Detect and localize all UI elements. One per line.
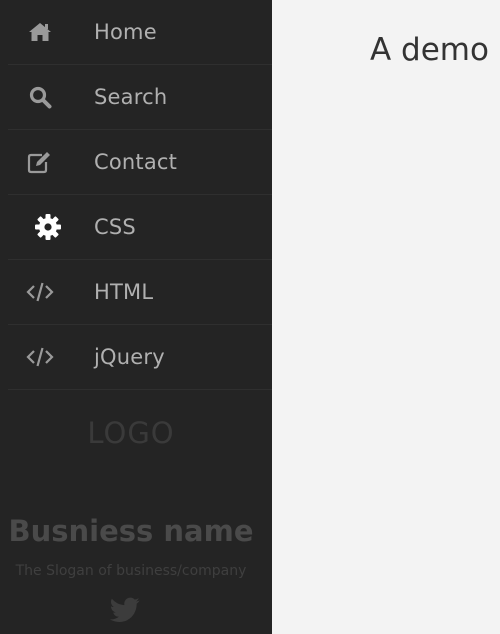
sidebar-item-contact[interactable]: Contact <box>8 130 272 195</box>
twitter-icon[interactable] <box>109 597 140 623</box>
sidebar-item-css[interactable]: CSS <box>8 195 272 260</box>
search-icon <box>26 83 54 111</box>
sidebar-item-html[interactable]: HTML <box>8 260 272 325</box>
code-icon <box>26 278 54 306</box>
sidebar-item-label: jQuery <box>94 345 165 369</box>
sidebar-item-label: Home <box>94 20 157 44</box>
code-icon <box>26 343 54 371</box>
sidebar-item-label: Contact <box>94 150 178 174</box>
home-icon <box>26 18 54 46</box>
sidebar-item-label: Search <box>94 85 168 109</box>
logo: LOGO <box>87 416 175 450</box>
sidebar-item-label: HTML <box>94 280 154 304</box>
sidebar-item-jquery[interactable]: jQuery <box>8 325 272 390</box>
edit-icon <box>26 148 54 176</box>
sidebar-item-home[interactable]: Home <box>8 0 272 65</box>
page-title: A demo <box>370 32 489 68</box>
gear-icon <box>34 213 62 241</box>
sidebar: Home Search Contact CSS HTML jQuery LOGO… <box>0 0 272 634</box>
sidebar-nav: Home Search Contact CSS HTML jQuery <box>0 0 272 390</box>
main-content: A demo <box>272 0 500 634</box>
slogan: The Slogan of business/company <box>15 563 247 579</box>
sidebar-item-search[interactable]: Search <box>8 65 272 130</box>
sidebar-item-label: CSS <box>94 215 136 239</box>
business-name: Busniess name <box>8 514 254 548</box>
